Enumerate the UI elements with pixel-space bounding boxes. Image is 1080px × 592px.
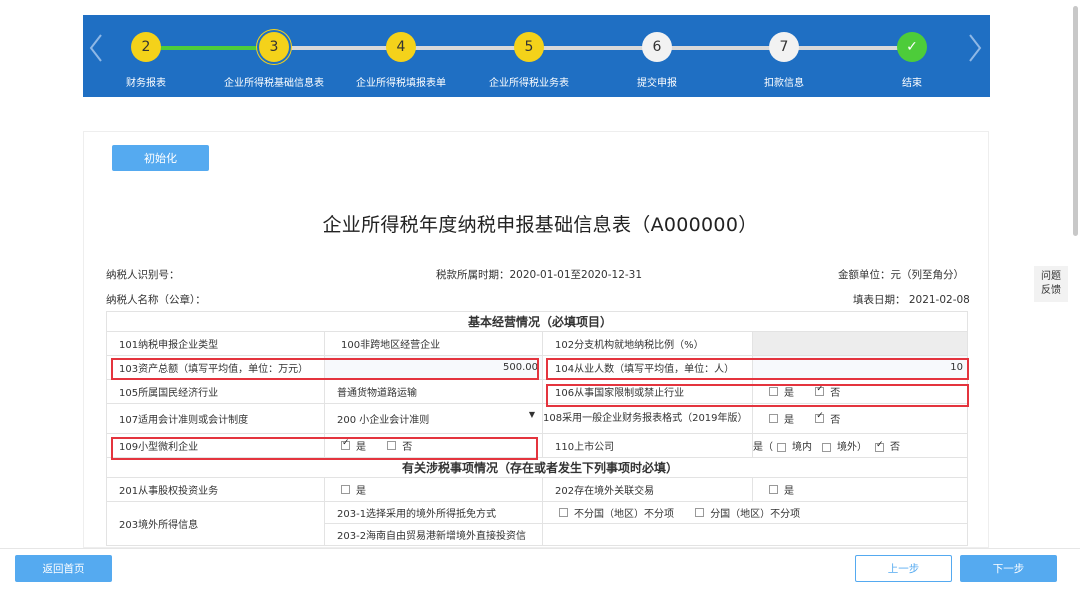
step-business-tables[interactable]: 5 企业所得税业务表	[469, 32, 589, 89]
taxpayer-id-label: 纳税人识别号：	[106, 269, 180, 281]
option-label: 是	[356, 486, 366, 497]
accounting-standard-value: 200 小企业会计准则	[337, 415, 430, 426]
highlight-box	[111, 437, 538, 460]
table-row: 201从事股权投资业务 是 202存在境外关联交易 是	[106, 477, 969, 502]
taxpayer-name-label: 纳税人名称（公章）：	[106, 294, 206, 306]
row-203-label: 203境外所得信息	[106, 501, 325, 546]
fill-date: 填表日期： 2021-02-08	[853, 294, 970, 306]
step-number: 4	[386, 32, 416, 62]
listed-domestic-checkbox[interactable]	[777, 442, 786, 452]
option-label: 分国（地区）不分项	[710, 509, 801, 520]
listed-overseas-checkbox[interactable]	[822, 442, 831, 452]
step-finish[interactable]: ✓ 结束	[852, 32, 972, 89]
row-102-label: 102分支机构就地纳税比例（%）	[542, 331, 753, 356]
table-row: 107适用会计准则或会计制度 200 小企业会计准则 ▼ 108采用一般企业财务报…	[106, 403, 969, 434]
feedback-label: 反馈	[1041, 285, 1061, 296]
step-progress-bar: 2 财务报表 3 企业所得税基础信息表 4 企业所得税填报表单 5 企业所得税业…	[83, 15, 990, 97]
section-tax-matters-title: 有关涉税事项情况（存在或者发生下列事项时必填）	[105, 457, 969, 478]
row-108-label: 108采用一般企业财务报表格式（2019年版）	[542, 403, 753, 434]
credit-method-options: 不分国（地区）不分项 分国（地区）不分项	[541, 501, 969, 524]
table-row: 203境外所得信息 203-1选择采用的境外所得抵免方式 不分国（地区）不分项 …	[106, 501, 969, 546]
row-202-label: 202存在境外关联交易	[542, 477, 753, 502]
row-203-2-label: 203-2海南自由贸易港新增境外直接投资信	[324, 523, 543, 546]
enterprise-type-value: 100非跨地区经营企业	[324, 331, 543, 356]
format-no-checkbox[interactable]	[815, 411, 825, 423]
row-107-label: 107适用会计准则或会计制度	[106, 403, 325, 434]
scrollbar-thumb[interactable]	[1073, 6, 1078, 236]
step-label: 提交申报	[637, 78, 677, 89]
next-step-button[interactable]: 下一步	[960, 555, 1057, 582]
table-row: 101纳税申报企业类型 100非跨地区经营企业 102分支机构就地纳税比例（%）	[106, 331, 969, 356]
branch-ratio-field	[751, 331, 969, 356]
foreign-related-options: 是	[751, 477, 969, 502]
option-label: 是	[784, 415, 794, 426]
highlight-box	[546, 358, 969, 380]
initialize-button[interactable]: 初始化	[112, 145, 209, 171]
option-label: 否	[830, 415, 841, 426]
row-201-label: 201从事股权投资业务	[106, 477, 325, 502]
check-icon: ✓	[897, 32, 927, 62]
option-label: 是	[784, 486, 794, 497]
section-basic-title: 基本经营情况（必填项目）	[105, 311, 969, 332]
step-label: 财务报表	[126, 78, 166, 89]
option-label: 境内	[792, 442, 812, 453]
tax-period: 税款所属时期：2020-01-01至2020-12-31	[436, 269, 643, 281]
step-number: 2	[131, 32, 161, 62]
feedback-button[interactable]: 问题 反馈	[1034, 266, 1068, 302]
prev-step-button[interactable]: 上一步	[855, 555, 952, 582]
equity-investment-yes-checkbox[interactable]	[341, 485, 350, 494]
credit-method-1-checkbox[interactable]	[559, 508, 568, 517]
option-label: 否	[890, 442, 900, 453]
listed-company-options: 是（ 境内 境外） 否	[751, 433, 969, 458]
step-number: 6	[642, 32, 672, 62]
foreign-related-yes-checkbox[interactable]	[769, 485, 778, 494]
step-label: 企业所得税填报表单	[356, 78, 446, 89]
step-label: 企业所得税基础信息表	[224, 78, 324, 89]
row-101-label: 101纳税申报企业类型	[106, 331, 325, 356]
section-header: 基本经营情况（必填项目）	[105, 311, 969, 332]
row-105-label: 105所属国民经济行业	[106, 379, 325, 404]
back-home-button[interactable]: 返回首页	[15, 555, 112, 582]
accounting-standard-select[interactable]: 200 小企业会计准则 ▼	[324, 403, 543, 434]
option-label: 是（	[753, 442, 773, 453]
step-payment[interactable]: 7 扣款信息	[724, 32, 844, 89]
general-format-options: 是 否	[751, 403, 969, 434]
highlight-box	[546, 384, 969, 407]
step-basic-info[interactable]: 3 企业所得税基础信息表	[214, 32, 334, 89]
option-label: 境外）	[837, 442, 867, 453]
row-110-label: 110上市公司	[542, 433, 753, 458]
step-submit[interactable]: 6 提交申报	[597, 32, 717, 89]
highlight-box	[111, 358, 539, 380]
hainan-investment-field	[541, 523, 969, 546]
credit-method-2-checkbox[interactable]	[695, 508, 705, 517]
feedback-label: 问题	[1041, 271, 1061, 282]
amount-unit: 金额单位：元（列至角分）	[838, 269, 964, 281]
option-label: 不分国（地区）不分项	[574, 509, 674, 520]
equity-investment-options: 是	[324, 477, 543, 502]
row-203-1-label: 203-1选择采用的境外所得抵免方式	[324, 501, 543, 524]
step-financial-statements[interactable]: 2 财务报表	[86, 32, 206, 89]
step-number: 3	[259, 32, 289, 62]
step-label: 结束	[902, 78, 922, 89]
format-yes-checkbox[interactable]	[769, 414, 778, 423]
step-number: 7	[769, 32, 799, 62]
step-label: 扣款信息	[764, 78, 804, 89]
chevron-right-icon[interactable]	[968, 33, 982, 63]
listed-no-checkbox[interactable]	[875, 440, 884, 452]
step-number: 5	[514, 32, 544, 62]
basic-info-table: 基本经营情况（必填项目） 101纳税申报企业类型 100非跨地区经营企业 102…	[105, 311, 969, 546]
industry-value[interactable]: 普通货物道路运输	[324, 379, 543, 404]
step-label: 企业所得税业务表	[489, 78, 569, 89]
step-forms[interactable]: 4 企业所得税填报表单	[341, 32, 461, 89]
section-header: 有关涉税事项情况（存在或者发生下列事项时必填）	[105, 457, 969, 478]
page-title: 企业所得税年度纳税申报基础信息表（A000000）	[322, 214, 758, 236]
dropdown-arrow-icon: ▼	[528, 410, 535, 419]
